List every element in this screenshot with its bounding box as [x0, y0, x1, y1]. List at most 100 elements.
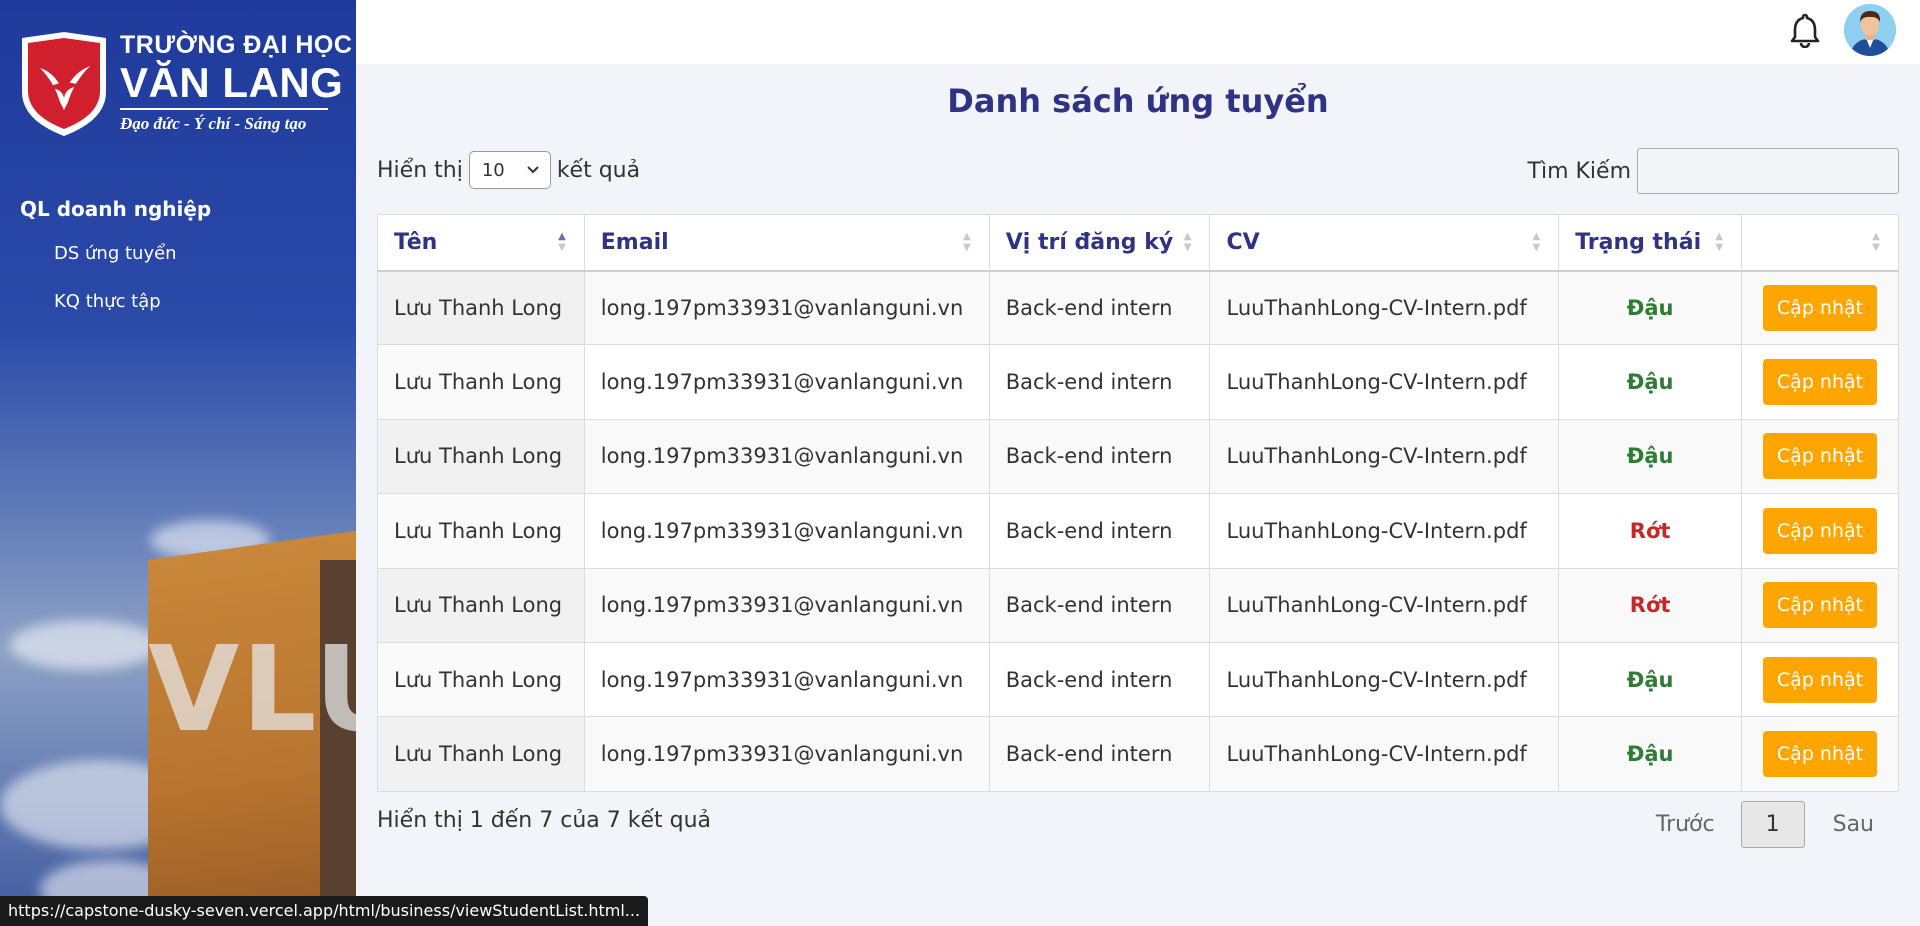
cell-email: long.197pm33931@vanlanguni.vn	[583, 567, 990, 643]
browser-status-url: https://capstone-dusky-seven.vercel.app/…	[0, 896, 649, 926]
cell-status: Rớt	[1558, 493, 1743, 569]
applications-table: Tên ▲ ▼ Email ▲ ▼ Vị trí đăng ký ▲ ▼ CV ▲ ▼ Trạn…	[377, 214, 1899, 792]
cell-position: Back-end intern	[988, 344, 1211, 420]
pagination-prev[interactable]: Trước	[1656, 812, 1715, 837]
column-header-position[interactable]: Vị trí đăng ký ▲ ▼	[988, 214, 1211, 272]
cell-position: Back-end intern	[988, 716, 1211, 792]
sidebar-section-title[interactable]: QL doanh nghiệp	[20, 197, 211, 221]
cell-email: long.197pm33931@vanlanguni.vn	[583, 418, 990, 495]
table-row: Lưu Thanh Long long.197pm33931@vanlangun…	[377, 641, 1899, 718]
column-header-cv[interactable]: CV ▲ ▼	[1209, 214, 1560, 272]
logo-line1: TRƯỜNG ĐẠI HỌC	[120, 31, 353, 59]
cell-name: Lưu Thanh Long	[377, 493, 585, 569]
table-info: Hiển thị 1 đến 7 của 7 kết quả	[377, 808, 712, 833]
cell-position: Back-end intern	[988, 641, 1211, 718]
pagination-next[interactable]: Sau	[1833, 812, 1874, 837]
cell-status: Rớt	[1558, 567, 1743, 643]
cell-status: Đậu	[1558, 418, 1743, 495]
cell-cv[interactable]: LuuThanhLong-CV-Intern.pdf	[1209, 641, 1560, 718]
chevron-down-icon	[527, 166, 539, 174]
cell-email: long.197pm33931@vanlanguni.vn	[583, 493, 990, 569]
table-row: Lưu Thanh Long long.197pm33931@vanlangun…	[377, 344, 1899, 420]
cell-email: long.197pm33931@vanlanguni.vn	[583, 716, 990, 792]
cell-position: Back-end intern	[988, 567, 1211, 643]
cell-name: Lưu Thanh Long	[377, 418, 585, 495]
cell-action: Cập nhật	[1741, 716, 1899, 792]
cell-name: Lưu Thanh Long	[377, 269, 585, 346]
sort-asc-icon: ▲ ▼	[558, 231, 566, 253]
cell-status: Đậu	[1558, 344, 1743, 420]
pagination-page-1[interactable]: 1	[1740, 801, 1805, 848]
sort-icon: ▲ ▼	[1715, 231, 1724, 253]
table-row: Lưu Thanh Long long.197pm33931@vanlangun…	[377, 716, 1899, 792]
search-input[interactable]	[1637, 148, 1899, 194]
logo-line2: VĂN LANG	[120, 59, 344, 106]
cell-status: Đậu	[1558, 641, 1743, 718]
table-row: Lưu Thanh Long long.197pm33931@vanlangun…	[377, 493, 1899, 569]
user-icon	[1844, 4, 1896, 56]
logo-motto: Đạo đức - Ý chí - Sáng tạo	[120, 114, 307, 133]
bell-icon[interactable]	[1788, 12, 1822, 48]
page-length-control: Hiển thị 10 kết quả	[377, 151, 640, 189]
column-header-name[interactable]: Tên ▲ ▼	[377, 214, 585, 272]
cell-action: Cập nhật	[1741, 567, 1899, 643]
cell-position: Back-end intern	[988, 269, 1211, 346]
cell-cv[interactable]: LuuThanhLong-CV-Intern.pdf	[1209, 567, 1560, 643]
sort-icon: ▲ ▼	[1872, 231, 1880, 253]
update-button[interactable]: Cập nhật	[1763, 731, 1877, 778]
cell-name: Lưu Thanh Long	[377, 716, 585, 792]
column-header-email[interactable]: Email ▲ ▼	[583, 214, 990, 272]
cell-email: long.197pm33931@vanlanguni.vn	[583, 269, 990, 346]
cell-email: long.197pm33931@vanlanguni.vn	[583, 344, 990, 420]
search-control: Tìm Kiếm	[1528, 148, 1899, 194]
cell-name: Lưu Thanh Long	[377, 641, 585, 718]
topbar	[356, 0, 1920, 64]
search-label: Tìm Kiếm	[1527, 158, 1631, 184]
user-avatar[interactable]	[1844, 4, 1896, 56]
cell-cv[interactable]: LuuThanhLong-CV-Intern.pdf	[1209, 418, 1560, 495]
cell-name: Lưu Thanh Long	[377, 344, 585, 420]
cell-action: Cập nhật	[1741, 418, 1899, 495]
cell-name: Lưu Thanh Long	[377, 567, 585, 643]
table-header-row: Tên ▲ ▼ Email ▲ ▼ Vị trí đăng ký ▲ ▼ CV ▲ ▼ Trạn…	[377, 214, 1899, 272]
table-row: Lưu Thanh Long long.197pm33931@vanlangun…	[377, 567, 1899, 643]
page-length-select[interactable]: 10	[468, 151, 551, 189]
cell-cv[interactable]: LuuThanhLong-CV-Intern.pdf	[1209, 344, 1560, 420]
column-header-status[interactable]: Trạng thái ▲ ▼	[1558, 214, 1743, 272]
cell-cv[interactable]: LuuThanhLong-CV-Intern.pdf	[1209, 493, 1560, 569]
column-header-action[interactable]: ▲ ▼	[1741, 214, 1899, 272]
cell-status: Đậu	[1558, 716, 1743, 792]
page-length-value: 10	[481, 159, 505, 181]
cell-action: Cập nhật	[1741, 344, 1899, 420]
sort-icon: ▲ ▼	[963, 231, 971, 253]
update-button[interactable]: Cập nhật	[1763, 433, 1877, 480]
length-prefix: Hiển thị	[377, 157, 463, 183]
update-button[interactable]: Cập nhật	[1763, 507, 1877, 554]
university-logo[interactable]: TRƯỜNG ĐẠI HỌC VĂN LANG Đạo đức - Ý chí …	[18, 30, 352, 138]
length-suffix: kết quả	[556, 157, 641, 183]
cell-action: Cập nhật	[1741, 269, 1899, 346]
cell-position: Back-end intern	[988, 418, 1211, 495]
cell-position: Back-end intern	[988, 493, 1211, 569]
sidebar-item-internship-results[interactable]: KQ thực tập	[54, 291, 161, 312]
cell-status: Đậu	[1558, 269, 1743, 346]
table-row: Lưu Thanh Long long.197pm33931@vanlangun…	[377, 269, 1899, 346]
pagination: Trước 1 Sau	[1656, 801, 1874, 848]
building-sign: VLU	[148, 620, 356, 758]
update-button[interactable]: Cập nhật	[1763, 284, 1877, 331]
cell-cv[interactable]: LuuThanhLong-CV-Intern.pdf	[1209, 716, 1560, 792]
shield-logo-icon	[22, 32, 106, 136]
sort-icon: ▲ ▼	[1532, 231, 1541, 253]
sidebar-item-applications[interactable]: DS ứng tuyển	[54, 243, 177, 264]
sort-icon: ▲ ▼	[1183, 231, 1192, 253]
table-row: Lưu Thanh Long long.197pm33931@vanlangun…	[377, 418, 1899, 495]
page-title: Danh sách ứng tuyển	[947, 82, 1329, 120]
update-button[interactable]: Cập nhật	[1763, 656, 1877, 703]
update-button[interactable]: Cập nhật	[1763, 582, 1877, 629]
cell-cv[interactable]: LuuThanhLong-CV-Intern.pdf	[1209, 269, 1560, 346]
sidebar: VLU TRƯỜNG ĐẠI HỌC VĂN LANG Đạo đức - Ý …	[0, 0, 356, 926]
cell-action: Cập nhật	[1741, 641, 1899, 718]
cell-action: Cập nhật	[1741, 493, 1899, 569]
cell-email: long.197pm33931@vanlanguni.vn	[583, 641, 990, 718]
update-button[interactable]: Cập nhật	[1763, 359, 1877, 406]
